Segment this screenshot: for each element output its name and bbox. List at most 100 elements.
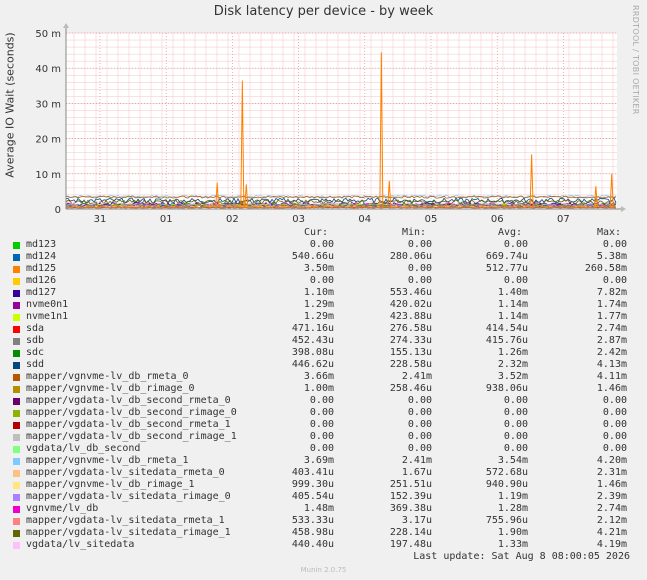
legend-series-name: mapper/vgdata-lv_db_second_rmeta_0 [26,395,231,406]
legend-cur-value: 3.66m [303,371,334,382]
x-tick-label: 01 [160,214,173,225]
legend-avg-value: 0.00 [503,275,528,286]
legend-max-value: 2.39m [596,491,627,502]
legend-header-min: Min: [402,227,427,238]
legend-row: md123 0.00 0.00 0.00 0.00 [0,239,647,251]
legend-min-value: 0.00 [407,419,432,430]
legend-min-value: 423.88u [389,311,432,322]
legend-cur-value: 471.16u [291,323,334,334]
legend-swatch [13,506,20,513]
legend-swatch [13,446,20,453]
legend-max-value: 1.77m [596,311,627,322]
legend-swatch [13,242,20,249]
legend-cur-value: 540.66u [291,251,334,262]
legend-series-name: mapper/vgdata-lv_db_second_rimage_1 [26,431,237,442]
legend-series-name: mapper/vgnvme-lv_db_rmeta_1 [26,455,189,466]
legend-min-value: 1.67u [401,467,432,478]
legend-series-name: mapper/vgnvme-lv_db_rimage_0 [26,383,195,394]
legend-avg-value: 2.32m [497,359,528,370]
legend-row: mapper/vgdata-lv_sitedata_rmeta_1 533.33u… [0,515,647,527]
x-axis-arrow [621,206,626,212]
x-tick-label: 06 [491,214,504,225]
legend-avg-value: 1.19m [497,491,528,502]
legend-row: vgnvme/lv_db 1.48m 369.38u 1.28m 2.74m [0,503,647,515]
legend-avg-value: 938.06u [485,383,528,394]
legend-min-value: 258.46u [389,383,432,394]
legend-min-value: 197.48u [389,539,432,550]
legend-row: mapper/vgdata-lv_db_second_rmeta_0 0.00 0.… [0,395,647,407]
legend-series-name: md123 [26,239,57,250]
legend-cur-value: 3.69m [303,455,334,466]
legend-max-value: 4.13m [596,359,627,370]
legend-row: vgdata/lv_db_second 0.00 0.00 0.00 0.00 [0,443,647,455]
legend-max-value: 0.00 [602,275,627,286]
legend-row: mapper/vgdata-lv_sitedata_rmeta_0 403.41u… [0,467,647,479]
legend-cur-value: 1.00m [303,383,334,394]
legend-cur-value: 1.29m [303,311,334,322]
legend-row: md126 0.00 0.00 0.00 0.00 [0,275,647,287]
legend-cur-value: 0.00 [309,275,334,286]
legend-row: md124 540.66u 280.06u 669.74u 5.38m [0,251,647,263]
legend-row: mapper/vgdata-lv_db_second_rimage_1 0.00 0… [0,431,647,443]
legend-max-value: 0.00 [602,419,627,430]
legend-series-name: sdb [26,335,45,346]
legend-series-name: mapper/vgdata-lv_sitedata_rimage_0 [26,491,231,502]
legend-swatch [13,398,20,405]
legend-avg-value: 1.40m [497,287,528,298]
legend-row: mapper/vgdata-lv_sitedata_rimage_0 405.54… [0,491,647,503]
legend-cur-value: 0.00 [309,443,334,454]
legend-max-value: 4.21m [596,527,627,538]
legend-header-max: Max: [597,227,622,238]
legend-swatch [13,254,20,261]
legend-swatch [13,458,20,465]
legend-series-name: mapper/vgdata-lv_sitedata_rmeta_0 [26,467,225,478]
y-tick-label: 0 [55,205,61,216]
legend-max-value: 5.38m [596,251,627,262]
legend-min-value: 0.00 [407,407,432,418]
legend-swatch [13,278,20,285]
legend-avg-value: 3.52m [497,371,528,382]
legend-avg-value: 415.76u [485,335,528,346]
legend-swatch [13,374,20,381]
x-tick-label: 02 [226,214,239,225]
legend-min-value: 152.39u [389,491,432,502]
legend-row: mapper/vgdata-lv_db_second_rmeta_1 0.00 0.… [0,419,647,431]
legend-row: mapper/vgdata-lv_db_second_rimage_0 0.00 0… [0,407,647,419]
legend-swatch [13,434,20,441]
legend-series-name: md124 [26,251,57,262]
legend-swatch [13,482,20,489]
legend-cur-value: 533.33u [291,515,334,526]
legend-min-value: 369.38u [389,503,432,514]
x-tick-label: 05 [425,214,438,225]
legend-series-name: sda [26,323,45,334]
legend-min-value: 2.41m [401,455,432,466]
legend-swatch [13,314,20,321]
legend-min-value: 0.00 [407,431,432,442]
legend-swatch [13,386,20,393]
legend-series-name: vgdata/lv_db_second [26,443,141,454]
legend-avg-value: 0.00 [503,443,528,454]
legend-avg-value: 0.00 [503,419,528,430]
legend-row: sdd 446.62u 228.58u 2.32m 4.13m [0,359,647,371]
legend-max-value: 2.42m [596,347,627,358]
legend-min-value: 280.06u [389,251,432,262]
legend-cur-value: 0.00 [309,419,334,430]
legend-row: mapper/vgdata-lv_sitedata_rimage_1 458.98… [0,527,647,539]
legend-min-value: 420.02u [389,299,432,310]
legend-cur-value: 403.41u [291,467,334,478]
legend-min-value: 276.58u [389,323,432,334]
legend-max-value: 2.31m [596,467,627,478]
legend-series-name: md127 [26,287,57,298]
legend-row: sdb 452.43u 274.33u 415.76u 2.87m [0,335,647,347]
legend-avg-value: 1.28m [497,503,528,514]
legend-min-value: 228.14u [389,527,432,538]
legend-swatch [13,266,20,273]
legend-row: sda 471.16u 276.58u 414.54u 2.74m [0,323,647,335]
legend-min-value: 553.46u [389,287,432,298]
legend-cur-value: 452.43u [291,335,334,346]
x-tick-labels: 31 01 02 03 04 05 06 07 [94,214,570,225]
legend-max-value: 0.00 [602,239,627,250]
legend-row: md127 1.10m 553.46u 1.40m 7.82m [0,287,647,299]
legend-series-name: mapper/vgnvme-lv_db_rimage_1 [26,479,195,490]
legend-max-value: 1.46m [596,383,627,394]
